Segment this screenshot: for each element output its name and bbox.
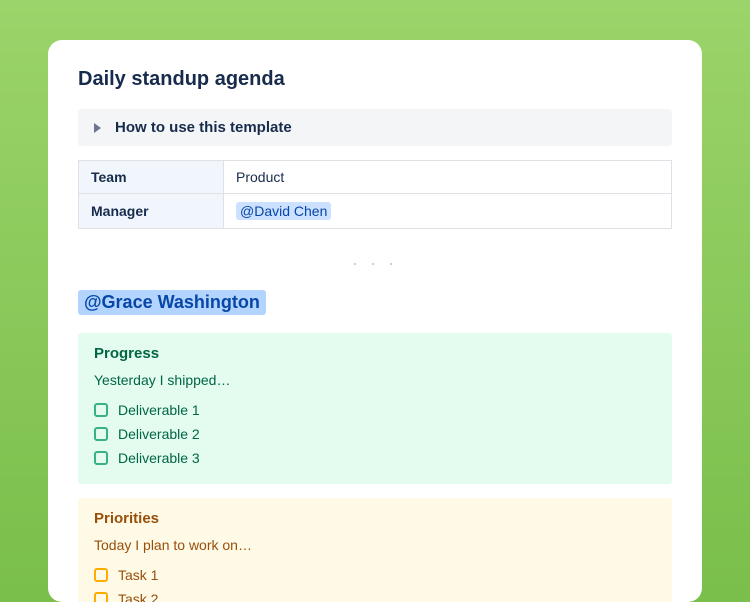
team-value-cell[interactable]: Product (224, 161, 672, 194)
priorities-subtitle: Today I plan to work on… (94, 537, 656, 553)
list-item: Deliverable 2 (94, 422, 656, 446)
manager-label-cell[interactable]: Manager (79, 194, 224, 229)
checkbox-icon[interactable] (94, 592, 108, 602)
collapsible-label: How to use this template (115, 119, 292, 136)
checklist-label[interactable]: Deliverable 1 (118, 402, 200, 418)
list-item: Task 1 (94, 563, 656, 587)
table-row: Team Product (79, 161, 672, 194)
progress-panel: Progress Yesterday I shipped… Deliverabl… (78, 333, 672, 484)
table-row: Manager @David Chen (79, 194, 672, 229)
priorities-title: Priorities (94, 510, 656, 527)
priorities-panel: Priorities Today I plan to work on… Task… (78, 498, 672, 602)
manager-value-cell[interactable]: @David Chen (224, 194, 672, 229)
checklist-label[interactable]: Task 1 (118, 567, 158, 583)
document-card: Daily standup agenda How to use this tem… (48, 40, 702, 602)
section-user-mention[interactable]: @Grace Washington (78, 290, 266, 315)
info-table: Team Product Manager @David Chen (78, 160, 672, 229)
checkbox-icon[interactable] (94, 427, 108, 441)
page-title: Daily standup agenda (78, 68, 672, 91)
manager-mention[interactable]: @David Chen (236, 202, 331, 220)
progress-subtitle: Yesterday I shipped… (94, 372, 656, 388)
checkbox-icon[interactable] (94, 568, 108, 582)
triangle-right-icon (94, 123, 101, 133)
priorities-checklist: Task 1 Task 2 (94, 563, 656, 602)
checklist-label[interactable]: Deliverable 3 (118, 450, 200, 466)
team-label-cell[interactable]: Team (79, 161, 224, 194)
list-item: Deliverable 1 (94, 398, 656, 422)
progress-title: Progress (94, 345, 656, 362)
checkbox-icon[interactable] (94, 451, 108, 465)
how-to-use-collapsible[interactable]: How to use this template (78, 109, 672, 146)
list-item: Task 2 (94, 587, 656, 602)
divider-dots: . . . (78, 249, 672, 270)
checklist-label[interactable]: Deliverable 2 (118, 426, 200, 442)
checklist-label[interactable]: Task 2 (118, 591, 158, 602)
progress-checklist: Deliverable 1 Deliverable 2 Deliverable … (94, 398, 656, 470)
list-item: Deliverable 3 (94, 446, 656, 470)
checkbox-icon[interactable] (94, 403, 108, 417)
